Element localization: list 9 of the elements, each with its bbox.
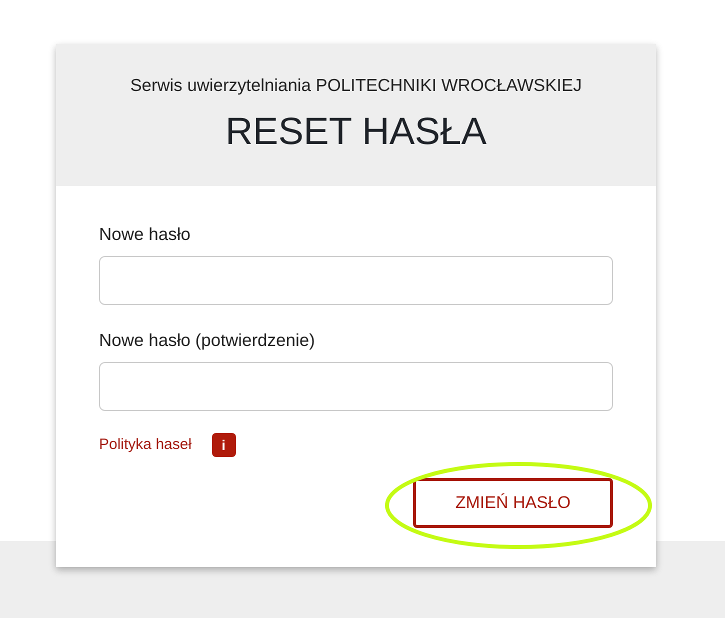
password-policy-link[interactable]: Polityka haseł	[99, 436, 192, 454]
field-label: Nowe hasło (potwierdzenie)	[99, 329, 316, 351]
password-input[interactable]	[99, 256, 613, 305]
service-subtitle: Serwis uwierzytelniania POLITECHNIKI WROCŁAWSKIEJ	[130, 75, 582, 95]
change-password-button[interactable]: ZMIEŃ HASŁO	[413, 478, 613, 528]
field-label: Nowe hasło	[99, 223, 192, 245]
password-input[interactable]	[99, 362, 613, 411]
page-title: RESET HASŁA	[225, 110, 487, 154]
info-button[interactable]: i	[212, 433, 236, 457]
